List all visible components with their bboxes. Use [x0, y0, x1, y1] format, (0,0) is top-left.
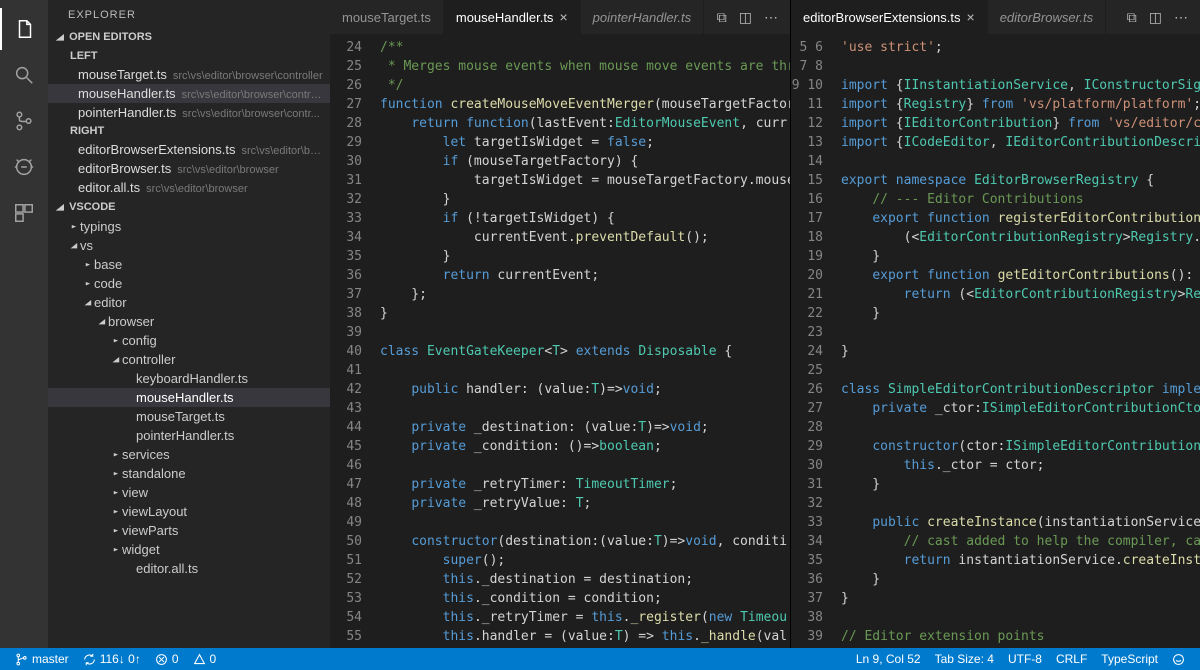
git-branch[interactable]: master: [8, 652, 76, 666]
open-editor-item[interactable]: editorBrowserExtensions.tssrc\vs\editor\…: [48, 140, 330, 159]
editor-tab[interactable]: pointerHandler.ts: [581, 0, 705, 34]
tree-file[interactable]: editor.all.ts: [48, 559, 330, 578]
tree-folder[interactable]: ▸ code: [48, 274, 330, 293]
extensions-icon[interactable]: [0, 192, 48, 234]
more-icon[interactable]: ⋯: [764, 9, 778, 26]
editor-tab[interactable]: mouseHandler.ts×: [444, 0, 581, 34]
tree-folder[interactable]: ▸ services: [48, 445, 330, 464]
editor-area: mouseTarget.tsmouseHandler.ts×pointerHan…: [330, 0, 1200, 648]
editor-tab[interactable]: editorBrowser.ts: [988, 0, 1106, 34]
tab-bar: editorBrowserExtensions.ts×editorBrowser…: [791, 0, 1200, 34]
feedback-icon[interactable]: [1165, 653, 1192, 666]
folder-label: VSCODE: [69, 201, 115, 213]
editor-tab[interactable]: mouseTarget.ts: [330, 0, 444, 34]
editor-pane-right: editorBrowserExtensions.ts×editorBrowser…: [790, 0, 1200, 648]
tree-folder[interactable]: ▸ standalone: [48, 464, 330, 483]
editor-pane-left: mouseTarget.tsmouseHandler.ts×pointerHan…: [330, 0, 790, 648]
folder-header[interactable]: ◢ VSCODE: [48, 197, 330, 217]
code-editor[interactable]: 5 6 7 8 9 10 11 12 13 14 15 16 17 18 19 …: [791, 34, 1200, 648]
tree-folder[interactable]: ▸ viewLayout: [48, 502, 330, 521]
tree-file[interactable]: pointerHandler.ts: [48, 426, 330, 445]
tree-folder[interactable]: ▸ view: [48, 483, 330, 502]
tree-folder[interactable]: ▸ widget: [48, 540, 330, 559]
tree-folder[interactable]: ▸ base: [48, 255, 330, 274]
language-mode[interactable]: TypeScript: [1094, 652, 1165, 666]
indentation[interactable]: Tab Size: 4: [928, 652, 1001, 666]
open-editors-header[interactable]: ◢ OPEN EDITORS: [48, 27, 330, 47]
tree-file[interactable]: keyboardHandler.ts: [48, 369, 330, 388]
tree-folder[interactable]: ◢ vs: [48, 236, 330, 255]
tab-bar: mouseTarget.tsmouseHandler.ts×pointerHan…: [330, 0, 790, 34]
copy-icon[interactable]: ⧉: [1127, 9, 1137, 26]
open-editors-list: LEFTmouseTarget.tssrc\vs\editor\browser\…: [48, 47, 330, 197]
editor-group-label: RIGHT: [48, 122, 330, 140]
problems-warnings[interactable]: 0: [186, 652, 224, 666]
problems-errors[interactable]: 0: [148, 652, 186, 666]
tree-folder[interactable]: ▸ viewParts: [48, 521, 330, 540]
more-icon[interactable]: ⋯: [1174, 9, 1188, 26]
editor-group-label: LEFT: [48, 47, 330, 65]
tree-folder[interactable]: ◢ browser: [48, 312, 330, 331]
tree-folder[interactable]: ▸ config: [48, 331, 330, 350]
source-control-icon[interactable]: [0, 100, 48, 142]
open-editor-item[interactable]: mouseHandler.tssrc\vs\editor\browser\con…: [48, 84, 330, 103]
git-sync[interactable]: 116↓ 0↑: [76, 652, 148, 666]
open-editor-item[interactable]: editorBrowser.tssrc\vs\editor\browser: [48, 159, 330, 178]
debug-icon[interactable]: [0, 146, 48, 188]
code-editor[interactable]: 24 25 26 27 28 29 30 31 32 33 34 35 36 3…: [330, 34, 790, 648]
open-editor-item[interactable]: pointerHandler.tssrc\vs\editor\browser\c…: [48, 103, 330, 122]
encoding[interactable]: UTF-8: [1001, 652, 1049, 666]
open-editor-item[interactable]: mouseTarget.tssrc\vs\editor\browser\cont…: [48, 65, 330, 84]
activity-bar: [0, 0, 48, 648]
split-editor-icon[interactable]: ◫: [1149, 9, 1162, 26]
open-editors-label: OPEN EDITORS: [69, 31, 152, 43]
file-tree: ▸ typings◢ vs▸ base▸ code◢ editor◢ brows…: [48, 217, 330, 648]
tree-file[interactable]: mouseTarget.ts: [48, 407, 330, 426]
editor-tab[interactable]: editorBrowserExtensions.ts×: [791, 0, 988, 34]
open-editor-item[interactable]: editor.all.tssrc\vs\editor\browser: [48, 178, 330, 197]
explorer-icon[interactable]: [0, 8, 48, 50]
copy-icon[interactable]: ⧉: [717, 9, 727, 26]
close-icon[interactable]: ×: [559, 9, 567, 25]
tree-folder[interactable]: ◢ controller: [48, 350, 330, 369]
status-bar: master 116↓ 0↑ 0 0 Ln 9, Col 52 Tab Size…: [0, 648, 1200, 670]
sidebar: EXPLORER ◢ OPEN EDITORS LEFTmouseTarget.…: [48, 0, 330, 648]
close-icon[interactable]: ×: [967, 9, 975, 25]
cursor-position[interactable]: Ln 9, Col 52: [849, 652, 928, 666]
sidebar-title: EXPLORER: [48, 0, 330, 27]
tree-folder[interactable]: ▸ typings: [48, 217, 330, 236]
tree-file[interactable]: mouseHandler.ts: [48, 388, 330, 407]
tree-folder[interactable]: ◢ editor: [48, 293, 330, 312]
eol[interactable]: CRLF: [1049, 652, 1094, 666]
split-editor-icon[interactable]: ◫: [739, 9, 752, 26]
search-icon[interactable]: [0, 54, 48, 96]
